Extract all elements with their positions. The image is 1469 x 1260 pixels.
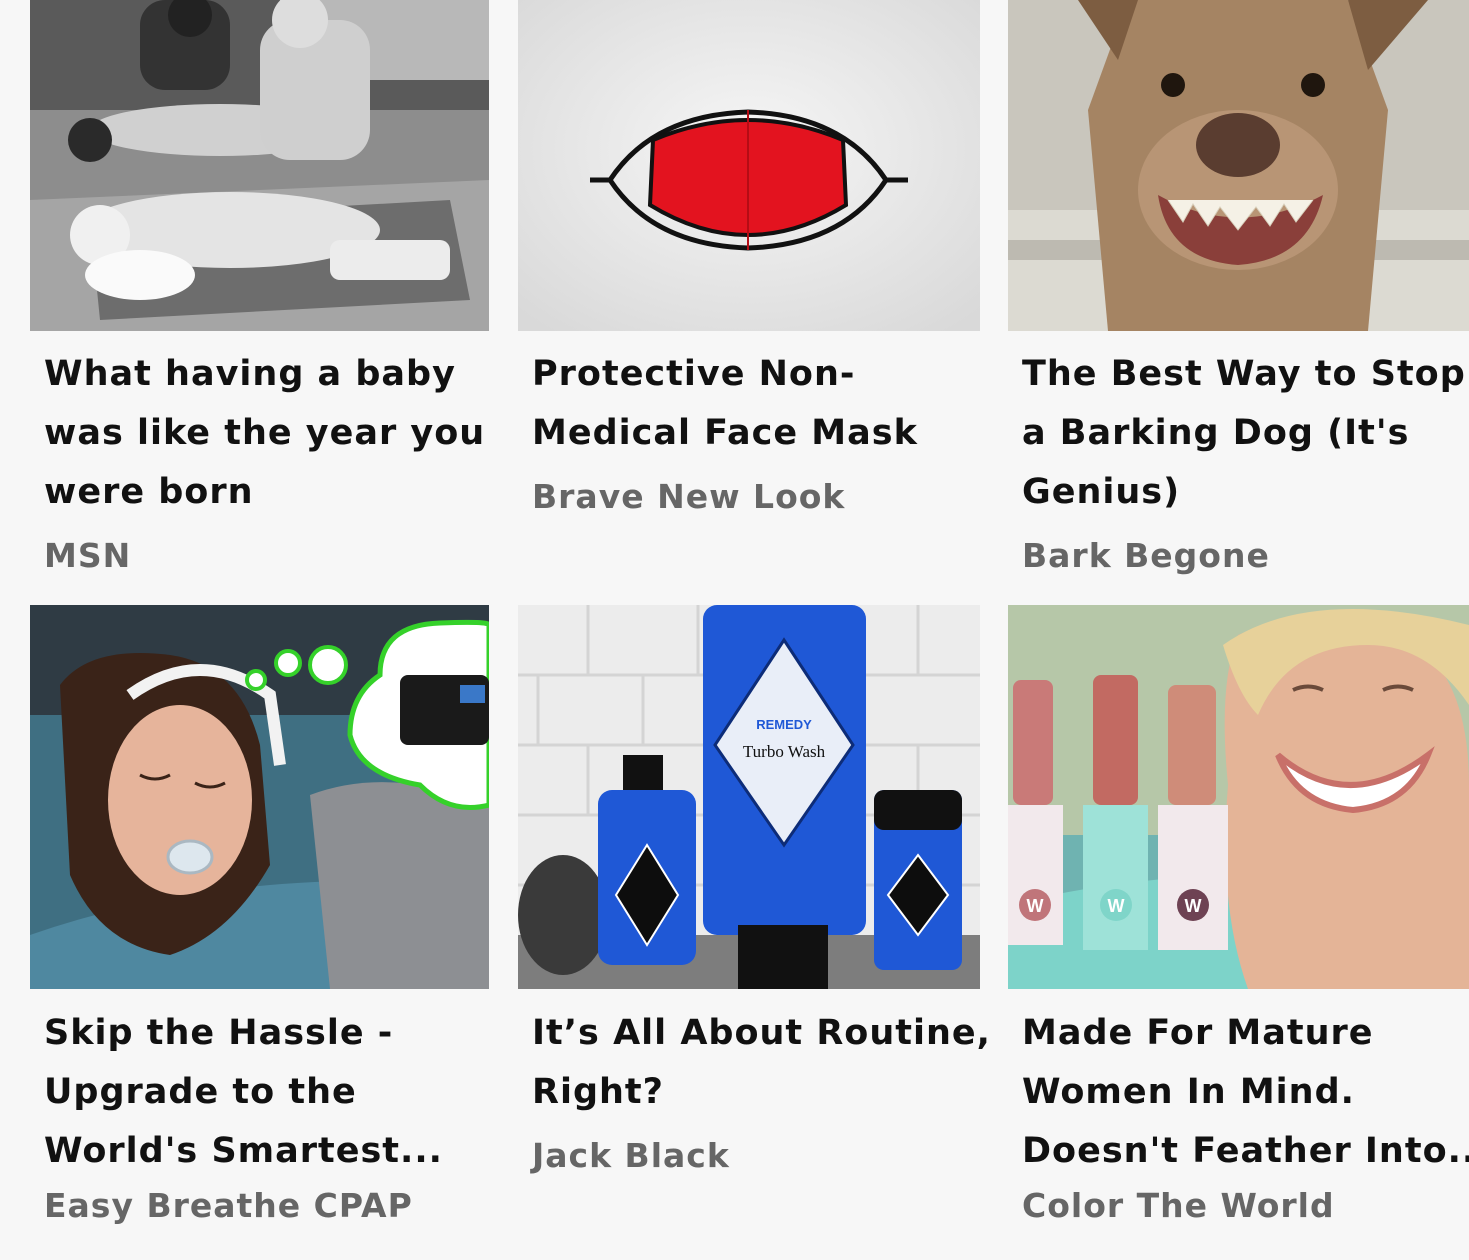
ad-source[interactable]: Brave New Look bbox=[532, 477, 845, 517]
ad-card-face-mask[interactable]: Protective Non- Medical Face Mask Brave … bbox=[518, 0, 980, 590]
ad-title-line[interactable]: Upgrade to the bbox=[44, 1063, 443, 1122]
ad-title-line[interactable]: Women In Mind. bbox=[1022, 1063, 1469, 1122]
ad-title-line[interactable]: was like the year you bbox=[44, 404, 485, 463]
product-label-remedy: REMEDY bbox=[756, 717, 812, 732]
ad-title-line[interactable]: a Barking Dog (It's bbox=[1022, 404, 1466, 463]
ad-card-baby-year[interactable]: What having a baby was like the year you… bbox=[30, 0, 489, 590]
ad-image-cpap[interactable] bbox=[30, 605, 489, 989]
ad-title[interactable]: Made For Mature Women In Mind. Doesn't F… bbox=[1022, 1004, 1469, 1181]
ad-source[interactable]: MSN bbox=[44, 536, 131, 576]
ad-title-line[interactable]: Protective Non- bbox=[532, 345, 918, 404]
ad-title-line[interactable]: What having a baby bbox=[44, 345, 485, 404]
ad-title[interactable]: What having a baby was like the year you… bbox=[44, 345, 485, 522]
lipstick-logo-w: W bbox=[1108, 896, 1125, 916]
lipstick-logo-w: W bbox=[1027, 896, 1044, 916]
ad-title-line[interactable]: Doesn't Feather Into... bbox=[1022, 1122, 1469, 1181]
ad-image-vintage-maternity[interactable] bbox=[30, 0, 489, 331]
ad-card-barking-dog[interactable]: The Best Way to Stop a Barking Dog (It's… bbox=[1008, 0, 1469, 590]
ad-title-line[interactable]: Medical Face Mask bbox=[532, 404, 918, 463]
ad-card-lipstick[interactable]: W W W Made For Mature Women In Mind. Doe… bbox=[1008, 605, 1469, 1235]
ad-image-lipstick[interactable]: W W W bbox=[1008, 605, 1469, 989]
ad-source[interactable]: Jack Black bbox=[532, 1136, 730, 1176]
ad-title-line[interactable]: Skip the Hassle - bbox=[44, 1004, 443, 1063]
ad-title-line[interactable]: It’s All About Routine, bbox=[532, 1004, 991, 1063]
ad-title-line[interactable]: Right? bbox=[532, 1063, 991, 1122]
ad-title-line[interactable]: Genius) bbox=[1022, 463, 1466, 522]
ad-image-face-mask[interactable] bbox=[518, 0, 980, 331]
ad-source[interactable]: Color The World bbox=[1022, 1186, 1335, 1226]
ad-source[interactable]: Bark Begone bbox=[1022, 536, 1270, 576]
ad-title-line[interactable]: The Best Way to Stop bbox=[1022, 345, 1466, 404]
ad-feed-grid: What having a baby was like the year you… bbox=[30, 0, 1469, 1260]
ad-title-line[interactable]: were born bbox=[44, 463, 485, 522]
ad-title[interactable]: Protective Non- Medical Face Mask bbox=[532, 345, 918, 463]
ad-title-line[interactable]: World's Smartest... bbox=[44, 1122, 443, 1181]
product-label-turbo-wash: Turbo Wash bbox=[743, 742, 826, 761]
lipstick-logo-w: W bbox=[1185, 896, 1202, 916]
ad-card-jack-black[interactable]: REMEDY Turbo Wash It’s All About Routine… bbox=[518, 605, 990, 1235]
ad-image-dog[interactable] bbox=[1008, 0, 1469, 331]
ad-title-line[interactable]: Made For Mature bbox=[1022, 1004, 1469, 1063]
ad-title[interactable]: The Best Way to Stop a Barking Dog (It's… bbox=[1022, 345, 1466, 522]
ad-title[interactable]: It’s All About Routine, Right? bbox=[532, 1004, 991, 1122]
ad-title[interactable]: Skip the Hassle - Upgrade to the World's… bbox=[44, 1004, 443, 1181]
ad-source[interactable]: Easy Breathe CPAP bbox=[44, 1186, 413, 1226]
ad-image-skincare[interactable]: REMEDY Turbo Wash bbox=[518, 605, 980, 989]
ad-card-cpap[interactable]: Skip the Hassle - Upgrade to the World's… bbox=[30, 605, 489, 1235]
